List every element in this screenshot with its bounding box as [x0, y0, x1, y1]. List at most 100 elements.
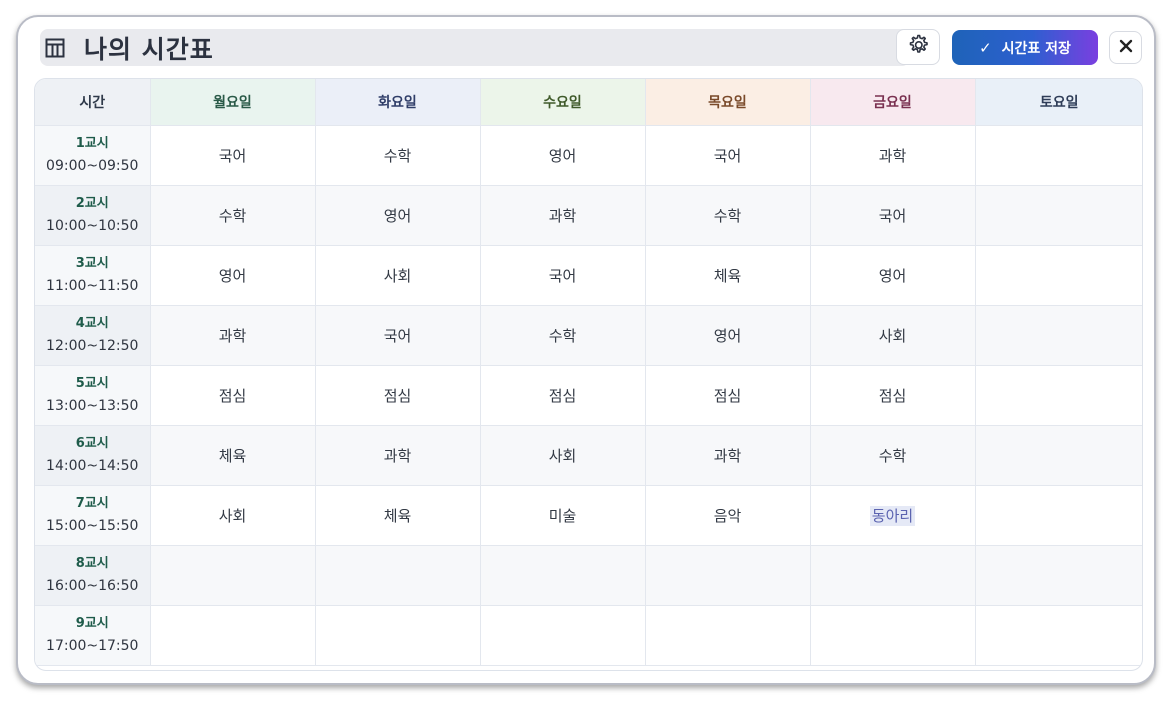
subject-cell[interactable] — [975, 545, 1142, 606]
day-header: 목요일 — [645, 79, 811, 126]
subject-cell[interactable]: 국어 — [150, 125, 316, 186]
period-label: 3교시 — [75, 255, 109, 271]
subject-cell[interactable]: 동아리 — [810, 485, 976, 546]
subject-cell[interactable]: 체육 — [315, 485, 481, 546]
subject-cell[interactable]: 국어 — [315, 305, 481, 366]
subject-cell[interactable] — [150, 605, 316, 666]
day-header: 화요일 — [315, 79, 481, 126]
subject-cell[interactable] — [480, 605, 646, 666]
subject-cell[interactable]: 수학 — [645, 185, 811, 246]
table-row: 6교시 14:00~14:50 체육 과학 사회 과학 수학 — [35, 425, 1142, 486]
subject-cell[interactable]: 과학 — [150, 305, 316, 366]
subject-cell[interactable] — [975, 185, 1142, 246]
subject-label: 국어 — [878, 207, 907, 225]
subject-label: 영어 — [548, 147, 577, 165]
subject-cell[interactable]: 국어 — [645, 125, 811, 186]
subject-label: 점심 — [218, 387, 247, 405]
subject-cell[interactable]: 영어 — [480, 125, 646, 186]
subject-cell[interactable]: 국어 — [810, 185, 976, 246]
period-cell: 8교시 16:00~16:50 — [35, 545, 151, 606]
subject-cell[interactable]: 영어 — [645, 305, 811, 366]
subject-cell[interactable]: 과학 — [645, 425, 811, 486]
subject-label: 과학 — [713, 447, 742, 465]
time-range: 09:00~09:50 — [46, 157, 139, 174]
subject-cell[interactable]: 영어 — [315, 185, 481, 246]
subject-cell[interactable]: 수학 — [480, 305, 646, 366]
save-timetable-button[interactable]: ✓ 시간표 저장 — [952, 30, 1098, 65]
subject-cell[interactable] — [975, 425, 1142, 486]
time-range: 15:00~15:50 — [46, 517, 139, 534]
period-cell: 4교시 12:00~12:50 — [35, 305, 151, 366]
period-label: 7교시 — [75, 495, 109, 511]
subject-cell[interactable] — [975, 245, 1142, 306]
period-label: 8교시 — [75, 555, 109, 571]
subject-cell[interactable]: 수학 — [150, 185, 316, 246]
period-cell: 1교시 09:00~09:50 — [35, 125, 151, 186]
subject-cell[interactable] — [315, 605, 481, 666]
subject-cell[interactable] — [975, 605, 1142, 666]
table-row: 3교시 11:00~11:50 영어 사회 국어 체육 영어 — [35, 245, 1142, 306]
period-cell: 5교시 13:00~13:50 — [35, 365, 151, 426]
subject-cell[interactable] — [975, 485, 1142, 546]
close-button[interactable] — [1109, 31, 1142, 64]
subject-cell[interactable]: 영어 — [810, 245, 976, 306]
subject-cell[interactable] — [480, 545, 646, 606]
subject-cell[interactable]: 영어 — [150, 245, 316, 306]
subject-cell[interactable]: 수학 — [315, 125, 481, 186]
subject-cell[interactable]: 사회 — [810, 305, 976, 366]
settings-button[interactable] — [896, 29, 940, 65]
subject-cell[interactable]: 점심 — [810, 365, 976, 426]
subject-cell[interactable]: 점심 — [480, 365, 646, 426]
subject-cell[interactable]: 점심 — [315, 365, 481, 426]
subject-cell[interactable]: 미술 — [480, 485, 646, 546]
subject-label: 영어 — [713, 327, 742, 345]
subject-cell[interactable] — [810, 605, 976, 666]
subject-label: 과학 — [218, 327, 247, 345]
time-range: 11:00~11:50 — [46, 277, 139, 294]
table-row: 1교시 09:00~09:50 국어 수학 영어 국어 과학 — [35, 125, 1142, 186]
subject-label: 국어 — [713, 147, 742, 165]
period-cell: 3교시 11:00~11:50 — [35, 245, 151, 306]
subject-cell[interactable] — [975, 125, 1142, 186]
timetable: 시간 월요일 화요일 수요일 목요일 금요일 토요일 1교시 09:00~09:50 국어 수학… — [35, 79, 1142, 666]
subject-cell[interactable]: 점심 — [645, 365, 811, 426]
table-row: 7교시 15:00~15:50 사회 체육 미술 음악 동아리 — [35, 485, 1142, 546]
subject-cell[interactable]: 점심 — [150, 365, 316, 426]
time-range: 17:00~17:50 — [46, 637, 139, 654]
subject-cell[interactable]: 국어 — [480, 245, 646, 306]
subject-label: 국어 — [383, 327, 412, 345]
day-header: 월요일 — [150, 79, 316, 126]
subject-cell[interactable] — [645, 545, 811, 606]
period-cell: 6교시 14:00~14:50 — [35, 425, 151, 486]
subject-cell[interactable]: 과학 — [810, 125, 976, 186]
subject-cell[interactable]: 과학 — [480, 185, 646, 246]
period-label: 9교시 — [75, 615, 109, 631]
subject-cell[interactable]: 음악 — [645, 485, 811, 546]
period-cell: 7교시 15:00~15:50 — [35, 485, 151, 546]
subject-cell[interactable]: 사회 — [150, 485, 316, 546]
table-row: 5교시 13:00~13:50 점심 점심 점심 점심 점심 — [35, 365, 1142, 426]
subject-cell[interactable] — [975, 365, 1142, 426]
subject-cell[interactable]: 과학 — [315, 425, 481, 486]
subject-label: 체육 — [713, 267, 742, 285]
day-header: 토요일 — [975, 79, 1142, 126]
subject-label: 과학 — [383, 447, 412, 465]
period-label: 5교시 — [75, 375, 109, 391]
subject-cell[interactable] — [810, 545, 976, 606]
subject-label: 체육 — [383, 507, 412, 525]
subject-label: 사회 — [878, 327, 907, 345]
subject-cell[interactable]: 체육 — [150, 425, 316, 486]
subject-cell[interactable] — [975, 305, 1142, 366]
subject-cell[interactable]: 체육 — [645, 245, 811, 306]
subject-label: 음악 — [713, 507, 742, 525]
subject-label: 미술 — [548, 507, 577, 525]
subject-cell[interactable]: 사회 — [480, 425, 646, 486]
subject-cell[interactable] — [315, 545, 481, 606]
period-label: 6교시 — [75, 435, 109, 451]
subject-label: 수학 — [713, 207, 742, 225]
subject-cell[interactable] — [645, 605, 811, 666]
subject-cell[interactable]: 수학 — [810, 425, 976, 486]
subject-label: 점심 — [713, 387, 742, 405]
subject-cell[interactable] — [150, 545, 316, 606]
subject-cell[interactable]: 사회 — [315, 245, 481, 306]
